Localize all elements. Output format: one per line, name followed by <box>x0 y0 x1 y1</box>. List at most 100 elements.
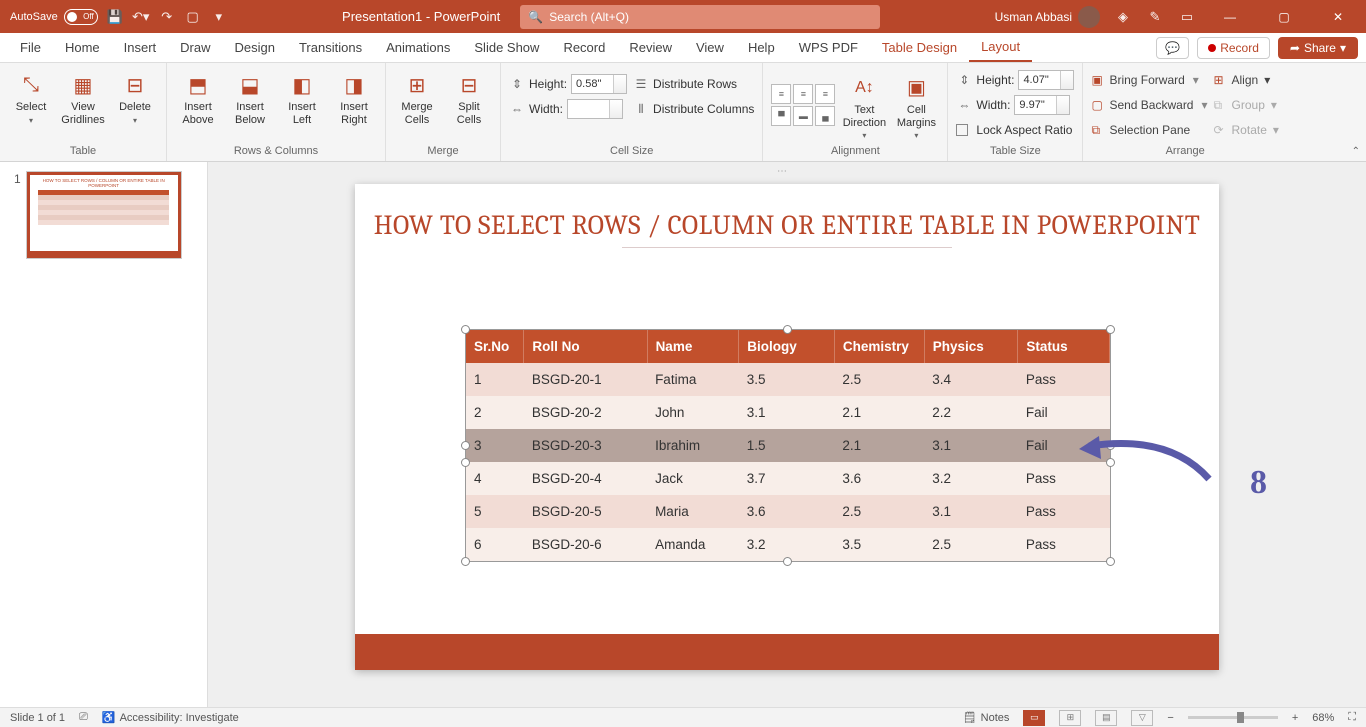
data-table[interactable]: Sr.NoRoll NoNameBiologyChemistryPhysicsS… <box>466 330 1110 561</box>
table-cell[interactable]: John <box>647 396 739 429</box>
lock-aspect-ratio-checkbox[interactable]: Lock Aspect Ratio <box>956 119 1074 141</box>
save-icon[interactable]: 💾 <box>106 8 124 26</box>
table-cell[interactable]: BSGD-20-5 <box>524 495 647 528</box>
slide-title[interactable]: HOW TO SELECT ROWS / COLUMN OR ENTIRE TA… <box>355 184 1219 241</box>
slide-editor[interactable]: ⋯ HOW TO SELECT ROWS / COLUMN OR ENTIRE … <box>208 162 1366 707</box>
table-cell[interactable]: BSGD-20-4 <box>524 462 647 495</box>
align-left-button[interactable]: ≡ <box>771 84 791 104</box>
column-header[interactable]: Biology <box>739 330 835 363</box>
table-cell[interactable]: Fail <box>1018 429 1110 462</box>
column-header[interactable]: Name <box>647 330 739 363</box>
tab-layout[interactable]: Layout <box>969 33 1032 62</box>
column-header[interactable]: Chemistry <box>834 330 924 363</box>
resize-handle-bl[interactable] <box>461 557 470 566</box>
send-backward-button[interactable]: ▢Send Backward▾ <box>1091 94 1207 116</box>
table-width-input[interactable]: 9.97" <box>1014 95 1070 115</box>
resize-handle-tr[interactable] <box>1106 325 1115 334</box>
zoom-slider[interactable] <box>1188 716 1278 719</box>
ribbon-display-icon[interactable]: ▭ <box>1178 8 1196 26</box>
table-row[interactable]: 5BSGD-20-5Maria3.62.53.1Pass <box>466 495 1110 528</box>
table-cell[interactable]: 3.2 <box>924 462 1018 495</box>
align-bottom-button[interactable]: ▄ <box>815 106 835 126</box>
column-header[interactable]: Physics <box>924 330 1018 363</box>
align-center-button[interactable]: ≡ <box>793 84 813 104</box>
zoom-in-button[interactable]: + <box>1292 712 1298 724</box>
column-header[interactable]: Status <box>1018 330 1110 363</box>
tab-insert[interactable]: Insert <box>112 33 169 62</box>
table-cell[interactable]: 2.5 <box>924 528 1018 561</box>
search-input[interactable]: 🔍 Search (Alt+Q) <box>520 5 880 29</box>
row-handle-left[interactable] <box>461 458 470 467</box>
align-right-button[interactable]: ≡ <box>815 84 835 104</box>
table-cell[interactable]: 2.5 <box>834 495 924 528</box>
slide-canvas[interactable]: HOW TO SELECT ROWS / COLUMN OR ENTIRE TA… <box>355 184 1219 670</box>
table-cell[interactable]: 3.5 <box>834 528 924 561</box>
table-cell[interactable]: 3.1 <box>739 396 835 429</box>
table-cell[interactable]: BSGD-20-2 <box>524 396 647 429</box>
table-row[interactable]: 3BSGD-20-3Ibrahim1.52.13.1Fail <box>466 429 1110 462</box>
fit-to-window-button[interactable]: ⛶ <box>1348 711 1356 724</box>
tab-animations[interactable]: Animations <box>374 33 462 62</box>
normal-view-button[interactable]: ▭ <box>1023 710 1045 726</box>
splitter-handle-icon[interactable]: ⋯ <box>777 166 797 174</box>
notes-button[interactable]: 🗒Notes <box>963 711 1010 724</box>
table-object[interactable]: Sr.NoRoll NoNameBiologyChemistryPhysicsS… <box>465 329 1111 562</box>
table-cell[interactable]: 2.1 <box>834 429 924 462</box>
undo-icon[interactable]: ↶▾ <box>132 8 150 26</box>
table-cell[interactable]: Pass <box>1018 528 1110 561</box>
table-cell[interactable]: 3.5 <box>739 363 835 396</box>
slide-thumbnail-1[interactable]: HOW TO SELECT ROWS / COLUMN OR ENTIRE TA… <box>27 172 181 258</box>
table-cell[interactable]: 3.7 <box>739 462 835 495</box>
zoom-level[interactable]: 68% <box>1312 712 1334 724</box>
table-cell[interactable]: 1.5 <box>739 429 835 462</box>
align-middle-button[interactable]: ▬ <box>793 106 813 126</box>
table-cell[interactable]: Amanda <box>647 528 739 561</box>
tab-slide-show[interactable]: Slide Show <box>462 33 551 62</box>
table-cell[interactable]: 3.6 <box>834 462 924 495</box>
insert-left-button[interactable]: ◧Insert Left <box>279 67 325 126</box>
merge-cells-button[interactable]: ⊞Merge Cells <box>394 67 440 126</box>
cell-margins-button[interactable]: ▣Cell Margins▾ <box>893 70 939 140</box>
qat-more-icon[interactable]: ▾ <box>210 8 228 26</box>
autosave-toggle[interactable]: Off <box>64 9 98 25</box>
tab-transitions[interactable]: Transitions <box>287 33 374 62</box>
tab-wps-pdf[interactable]: WPS PDF <box>787 33 870 62</box>
table-cell[interactable]: Fatima <box>647 363 739 396</box>
slide-sorter-button[interactable]: ⊞ <box>1059 710 1081 726</box>
distribute-rows-button[interactable]: ☰Distribute Rows <box>633 73 754 95</box>
row-handle-right[interactable] <box>1106 458 1115 467</box>
align-objects-button[interactable]: ⊞Align▾ <box>1214 69 1279 91</box>
text-direction-button[interactable]: A↕Text Direction▾ <box>841 70 887 140</box>
table-cell[interactable]: 3.1 <box>924 495 1018 528</box>
table-cell[interactable]: Fail <box>1018 396 1110 429</box>
table-cell[interactable]: Pass <box>1018 495 1110 528</box>
table-cell[interactable]: 3.4 <box>924 363 1018 396</box>
cell-height-input[interactable]: 0.58" <box>571 74 627 94</box>
table-cell[interactable]: Ibrahim <box>647 429 739 462</box>
table-cell[interactable]: 2.2 <box>924 396 1018 429</box>
autosave-control[interactable]: AutoSave Off <box>10 9 98 25</box>
table-cell[interactable]: 6 <box>466 528 524 561</box>
bring-forward-button[interactable]: ▣Bring Forward▾ <box>1091 69 1207 91</box>
tab-design[interactable]: Design <box>223 33 287 62</box>
resize-handle-tl[interactable] <box>461 325 470 334</box>
resize-handle-bm[interactable] <box>783 557 792 566</box>
view-gridlines-button[interactable]: ▦View Gridlines <box>60 67 106 126</box>
select-button[interactable]: ⤡Select▾ <box>8 67 54 125</box>
table-row[interactable]: 2BSGD-20-2John3.12.12.2Fail <box>466 396 1110 429</box>
record-button[interactable]: Record <box>1197 37 1270 59</box>
insert-above-button[interactable]: ⬒Insert Above <box>175 67 221 126</box>
close-button[interactable]: ✕ <box>1318 0 1358 33</box>
align-top-button[interactable]: ▀ <box>771 106 791 126</box>
delete-button[interactable]: ⊟Delete▾ <box>112 67 158 125</box>
table-cell[interactable]: 2 <box>466 396 524 429</box>
table-cell[interactable]: Jack <box>647 462 739 495</box>
table-cell[interactable]: 1 <box>466 363 524 396</box>
language-icon[interactable]: ⎚ <box>79 711 88 724</box>
maximize-button[interactable]: ▢ <box>1264 0 1304 33</box>
tab-review[interactable]: Review <box>617 33 684 62</box>
zoom-thumb[interactable] <box>1237 712 1244 723</box>
tab-table-design[interactable]: Table Design <box>870 33 969 62</box>
comments-button[interactable]: 💬 <box>1156 37 1189 59</box>
table-cell[interactable]: 2.5 <box>834 363 924 396</box>
